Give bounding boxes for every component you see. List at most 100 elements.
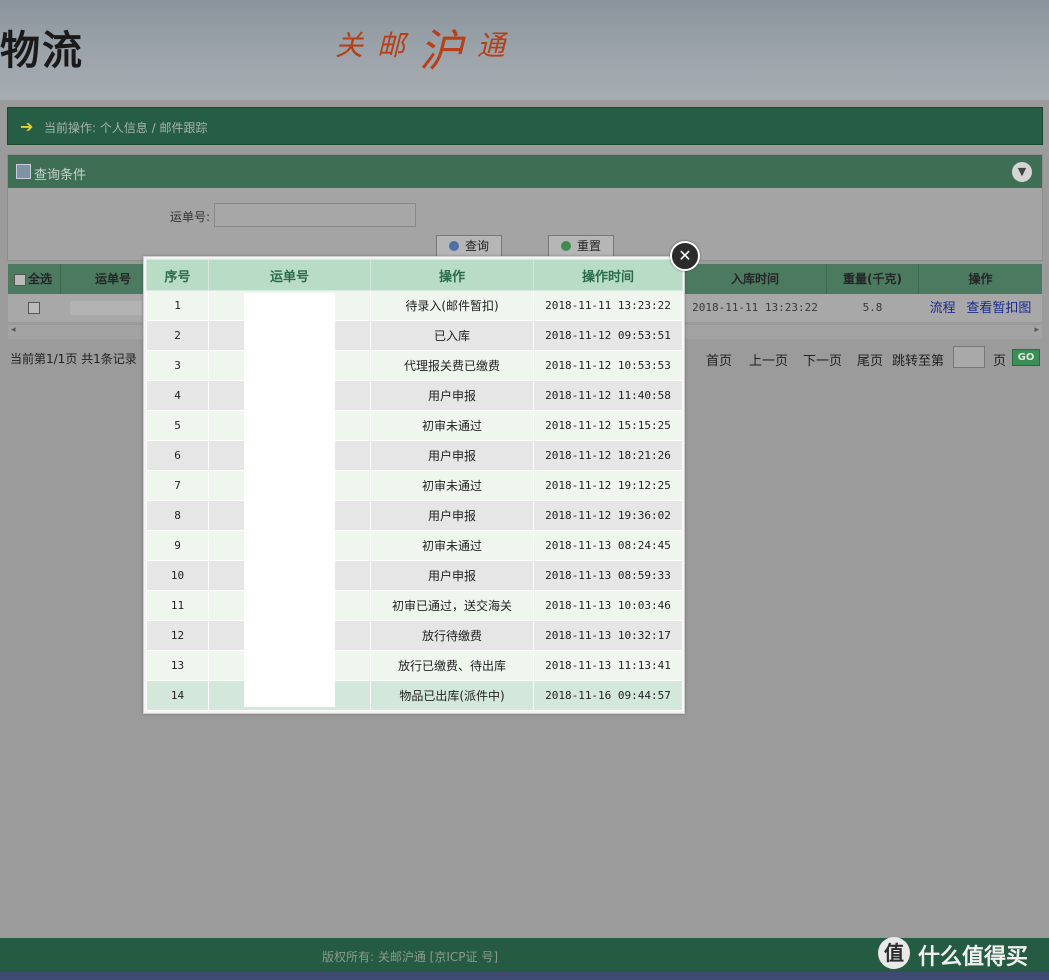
op-time-cell: 2018-11-12 18:21:26 [533, 440, 683, 471]
table-row: 8 用户申报 2018-11-12 19:36:02 [146, 500, 683, 531]
operation-cell: 初审未通过 [370, 410, 534, 441]
next-page-link[interactable]: 下一页 [803, 350, 842, 369]
jump-label: 跳转至第 [892, 354, 945, 369]
weight-cell: 5.8 [862, 301, 883, 314]
op-time-cell: 2018-11-13 11:13:41 [533, 650, 683, 681]
seq-cell: 6 [146, 440, 209, 471]
operation-cell: 初审未通过 [370, 470, 534, 501]
operation-cell: 初审未通过 [370, 530, 534, 561]
op-time-cell: 2018-11-13 08:24:45 [533, 530, 683, 561]
table-row: 2 已入库 2018-11-12 09:53:51 [146, 320, 683, 351]
operation-cell: 放行已缴费、待出库 [370, 650, 534, 681]
op-time-cell: 2018-11-12 15:15:25 [533, 410, 683, 441]
scroll-right-icon[interactable]: ▸ [1034, 325, 1039, 335]
view-image-link[interactable]: 查看暂扣图 [966, 300, 1031, 315]
seq-cell: 9 [146, 530, 209, 561]
seq-cell: 10 [146, 560, 209, 591]
collapse-icon[interactable]: ▼ [1012, 162, 1032, 182]
table-row: 11 初审已通过，送交海关 2018-11-13 10:03:46 [146, 590, 683, 621]
column-header-waybill: 运单号 [208, 259, 371, 291]
reset-button[interactable]: 重置 [548, 235, 614, 257]
op-time-cell: 2018-11-12 10:53:53 [533, 350, 683, 381]
column-header-seq: 序号 [146, 259, 209, 291]
tracking-modal: 序号 运单号 操作 操作时间 1 待录入(邮件暂扣) 2018-11-11 13:2… [143, 256, 685, 714]
page-status: 当前第1/1页 共1条记录 [10, 352, 137, 366]
search-button-label: 查询 [464, 239, 489, 253]
site-logo: 物流 [0, 27, 84, 74]
query-panel-title: 查询条件 [34, 168, 87, 183]
reset-button-label: 重置 [576, 239, 601, 253]
watermark-badge-icon: 值 [878, 937, 910, 969]
operation-cell: 初审已通过，送交海关 [370, 590, 534, 621]
column-header-weight: 重量(千克) [827, 264, 919, 294]
operation-cell: 已入库 [370, 320, 534, 351]
flow-link[interactable]: 流程 [930, 300, 956, 315]
operation-cell: 待录入(邮件暂扣) [370, 290, 534, 321]
column-header-operation: 操作 [370, 259, 534, 291]
prev-page-link[interactable]: 上一页 [749, 350, 788, 369]
bottom-strip [0, 972, 1049, 980]
op-time-cell: 2018-11-16 09:44:57 [533, 680, 683, 711]
row-select-cell [8, 294, 60, 322]
slogan-char: 关 [335, 29, 364, 62]
table-row: 5 初审未通过 2018-11-12 15:15:25 [146, 410, 683, 441]
table-row: 13 放行已缴费、待出库 2018-11-13 11:13:41 [146, 650, 683, 681]
table-row: 7 初审未通过 2018-11-12 19:12:25 [146, 470, 683, 501]
select-all-checkbox[interactable] [14, 273, 26, 286]
seq-cell: 3 [146, 350, 209, 381]
redacted-waybill [70, 301, 142, 315]
op-time-cell: 2018-11-12 19:36:02 [533, 500, 683, 531]
table-row: 1 待录入(邮件暂扣) 2018-11-11 13:23:22 [146, 290, 683, 321]
first-page-link[interactable]: 首页 [706, 350, 732, 369]
operation-cell: 代理报关费已缴费 [370, 350, 534, 381]
column-header-op-time: 操作时间 [533, 259, 683, 291]
action-cell: 流程 查看暂扣图 [919, 294, 1042, 322]
waybill-input[interactable] [214, 203, 416, 227]
last-page-link[interactable]: 尾页 [857, 350, 883, 369]
tracking-table-header: 序号 运单号 操作 操作时间 [146, 259, 683, 291]
seq-cell: 1 [146, 290, 209, 321]
op-time-cell: 2018-11-11 13:23:22 [533, 290, 683, 321]
operation-cell: 放行待缴费 [370, 620, 534, 651]
op-time-cell: 2018-11-13 10:03:46 [533, 590, 683, 621]
waybill-label: 运单号: [170, 210, 211, 224]
search-button[interactable]: 查询 [436, 235, 502, 257]
operation-cell: 物品已出库(派件中) [370, 680, 534, 711]
seq-cell: 12 [146, 620, 209, 651]
op-time-cell: 2018-11-13 10:32:17 [533, 620, 683, 651]
column-header-inbound-time: 入库时间 [684, 264, 827, 294]
page-jump-input[interactable] [953, 346, 985, 368]
search-panel-icon [16, 164, 31, 179]
page-unit-label: 页 [993, 354, 1007, 369]
query-panel: 查询条件 ▼ 运单号: 查询 重置 [7, 154, 1043, 261]
table-row: 9 初审未通过 2018-11-13 08:24:45 [146, 530, 683, 561]
seq-cell: 4 [146, 380, 209, 411]
reset-icon [560, 241, 571, 251]
seq-cell: 2 [146, 320, 209, 351]
select-all-label: 全选 [28, 272, 53, 286]
table-row: 6 用户申报 2018-11-12 18:21:26 [146, 440, 683, 471]
inbound-time-cell: 2018-11-11 13:23:22 [692, 301, 818, 314]
table-row: 12 放行待缴费 2018-11-13 10:32:17 [146, 620, 683, 651]
close-icon[interactable]: ✕ [670, 241, 700, 271]
slogan-char: 沪 [419, 25, 464, 77]
operation-cell: 用户申报 [370, 500, 534, 531]
scroll-left-icon[interactable]: ◂ [11, 325, 16, 335]
select-all-header[interactable]: 全选 [8, 264, 61, 294]
green-arrow-icon: ➔ [20, 117, 34, 136]
table-row: 14 物品已出库(派件中) 2018-11-16 09:44:57 [146, 680, 683, 711]
seq-cell: 5 [146, 410, 209, 441]
site-slogan: 关邮沪通 [335, 24, 519, 79]
go-button[interactable]: GO [1012, 349, 1040, 366]
copyright-text: 版权所有: 关邮沪通 [京ICP证 号] [322, 950, 499, 964]
seq-cell: 11 [146, 590, 209, 621]
table-row: 10 用户申报 2018-11-13 08:59:33 [146, 560, 683, 591]
slogan-char: 通 [477, 29, 506, 62]
breadcrumb: 当前操作: 个人信息 / 邮件跟踪 [44, 121, 208, 135]
seq-cell: 13 [146, 650, 209, 681]
row-checkbox[interactable] [28, 302, 40, 314]
column-header-action: 操作 [968, 272, 993, 286]
op-time-cell: 2018-11-12 19:12:25 [533, 470, 683, 501]
query-panel-header: 查询条件 ▼ [8, 155, 1042, 188]
watermark-text: 什么值得买 [918, 945, 1029, 970]
